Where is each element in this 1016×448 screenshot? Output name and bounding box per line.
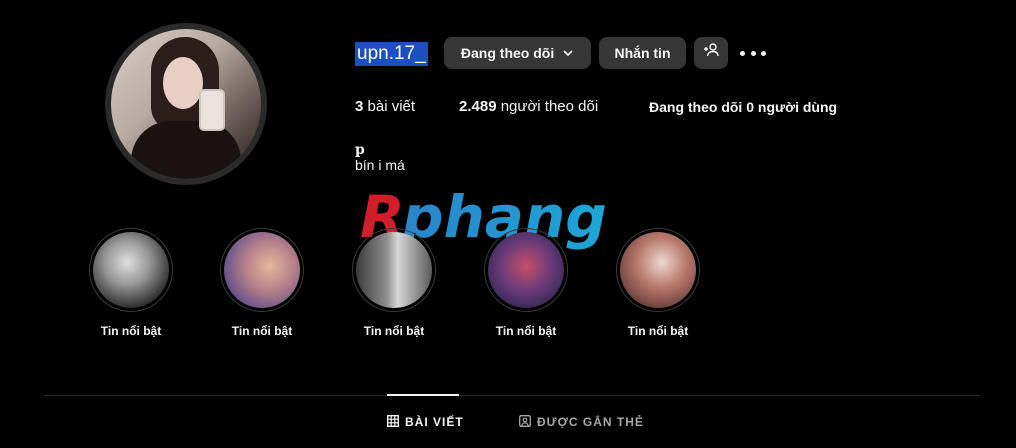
followers-count: 2.489	[459, 98, 497, 115]
more-options-icon[interactable]	[740, 41, 766, 65]
avatar-photo	[111, 29, 261, 179]
highlight-label: Tin nổi bật	[495, 324, 557, 338]
chevron-down-icon	[562, 38, 574, 70]
profile-bio: bín i má	[355, 157, 405, 173]
tab-tagged[interactable]: ĐƯỢC GẮN THẺ	[519, 410, 644, 434]
highlight-cover	[620, 232, 696, 308]
profile-full-name: p	[355, 142, 365, 158]
message-button[interactable]: Nhắn tin	[599, 37, 686, 69]
posts-label: bài viết	[367, 98, 416, 115]
highlight-label: Tin nổi bật	[231, 324, 293, 338]
story-highlight[interactable]: Tin nổi bật	[89, 228, 173, 338]
grid-icon	[386, 414, 400, 430]
followers-stat[interactable]: 2.489 người theo dõi	[459, 97, 598, 117]
tabs-divider	[44, 395, 980, 396]
story-highlight[interactable]: Tin nổi bật	[352, 228, 436, 338]
followers-label: người theo dõi	[500, 98, 599, 115]
profile-avatar[interactable]	[105, 23, 267, 185]
suggested-users-button[interactable]	[694, 37, 728, 69]
posts-count: 3	[355, 98, 364, 115]
tagged-icon	[519, 414, 531, 430]
story-highlight[interactable]: Tin nổi bật	[220, 228, 304, 338]
highlight-cover	[356, 232, 432, 308]
profile-username: upn.17_	[355, 42, 428, 66]
following-dropdown-button[interactable]: Đang theo dõi	[444, 37, 591, 69]
tab-tagged-label: ĐƯỢC GẮN THẺ	[537, 415, 644, 429]
highlight-cover	[93, 232, 169, 308]
add-person-icon	[703, 37, 719, 69]
active-tab-indicator	[387, 394, 459, 396]
highlight-label: Tin nổi bật	[627, 324, 689, 338]
tab-posts[interactable]: BÀI VIẾT	[386, 410, 464, 434]
highlight-label: Tin nổi bật	[363, 324, 425, 338]
posts-count-stat[interactable]: 3 bài viết	[355, 97, 415, 117]
story-highlight[interactable]: Tin nổi bật	[616, 228, 700, 338]
highlight-label: Tin nổi bật	[100, 324, 162, 338]
following-stat[interactable]: Đang theo dõi 0 người dùng	[649, 97, 837, 117]
highlight-cover	[224, 232, 300, 308]
following-button-label: Đang theo dõi	[460, 45, 555, 61]
highlight-cover	[488, 232, 564, 308]
tab-posts-label: BÀI VIẾT	[405, 415, 464, 429]
story-highlight[interactable]: Tin nổi bật	[484, 228, 568, 338]
